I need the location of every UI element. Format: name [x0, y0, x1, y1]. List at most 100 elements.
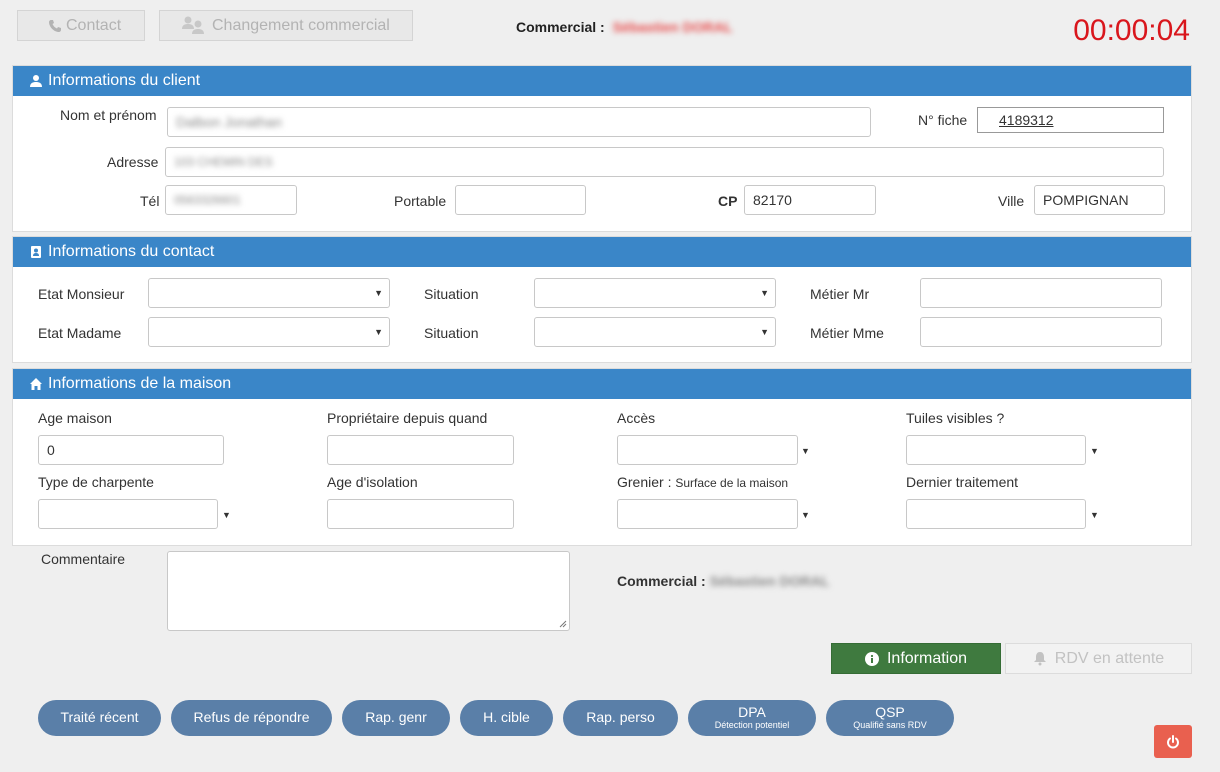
fiche-input[interactable]: 4189312: [977, 107, 1164, 133]
pill-rap-perso[interactable]: Rap. perso: [563, 700, 678, 736]
pill-h-cible[interactable]: H. cible: [460, 700, 553, 736]
tuiles-label: Tuiles visibles ?: [906, 410, 1005, 426]
bell-icon: [1033, 652, 1046, 666]
client-panel-header: Informations du client: [13, 66, 1191, 96]
ville-label: Ville: [998, 193, 1025, 209]
house-panel-title: Informations de la maison: [48, 375, 232, 392]
pill-label: H. cible: [483, 709, 530, 726]
portable-input[interactable]: [455, 185, 586, 215]
contact-panel-title: Informations du contact: [48, 243, 215, 260]
rdv-pending-label: RDV en attente: [1054, 649, 1165, 667]
home-icon: [30, 378, 42, 390]
address-input[interactable]: 103 CHEMIN DES: [165, 147, 1164, 177]
grenier-label-text: Grenier :: [617, 474, 672, 490]
traitement-select[interactable]: [906, 499, 1086, 529]
etat-mme-select[interactable]: ▼: [148, 317, 390, 347]
isolation-label: Age d'isolation: [327, 474, 418, 490]
chevron-down-icon: ▼: [801, 510, 810, 520]
situation-mr-label: Situation: [424, 286, 479, 302]
resize-handle-icon[interactable]: [559, 620, 567, 628]
top-commercial-label: Commercial :: [516, 19, 605, 35]
pill-label: Traité récent: [60, 709, 139, 726]
users-swap-icon: [182, 16, 204, 34]
proprietaire-input[interactable]: [327, 435, 514, 465]
metier-mr-label: Métier Mr: [810, 286, 870, 302]
pill-label: DPA: [738, 704, 766, 721]
age-maison-input[interactable]: 0: [38, 435, 224, 465]
tel-input[interactable]: 0563326601: [165, 185, 297, 215]
top-commercial: Commercial : Sébastien DORAL: [516, 19, 732, 35]
tel-label: Tél: [140, 193, 160, 209]
proprietaire-label: Propriétaire depuis quand: [327, 410, 488, 426]
cp-input[interactable]: 82170: [744, 185, 876, 215]
information-button[interactable]: Information: [831, 643, 1001, 674]
user-icon: [30, 75, 42, 87]
pill-qsp[interactable]: QSP Qualifié sans RDV: [826, 700, 954, 736]
pill-traite-recent[interactable]: Traité récent: [38, 700, 161, 736]
top-commercial-name: Sébastien DORAL: [612, 19, 733, 35]
situation-mme-label: Situation: [424, 325, 479, 341]
fiche-value: 4189312: [999, 112, 1054, 128]
fiche-label: N° fiche: [918, 112, 968, 128]
etat-mr-label: Etat Monsieur: [38, 286, 125, 302]
acces-select[interactable]: [617, 435, 798, 465]
situation-mme-select[interactable]: ▼: [534, 317, 776, 347]
cp-value: 82170: [753, 192, 792, 208]
pill-rap-genr[interactable]: Rap. genr: [342, 700, 450, 736]
commentaire-textarea[interactable]: [167, 551, 570, 631]
client-panel-title: Informations du client: [48, 72, 201, 89]
change-commercial-label: Changement commercial: [212, 16, 390, 34]
pill-refus-repondre[interactable]: Refus de répondre: [171, 700, 332, 736]
pill-label: Rap. genr: [365, 709, 427, 726]
chevron-down-icon: ▼: [760, 327, 769, 337]
chevron-down-icon: ▼: [1090, 446, 1099, 456]
chevron-down-icon: ▼: [801, 446, 810, 456]
name-value: Dalbon Jonathan: [176, 114, 282, 130]
metier-mr-input[interactable]: [920, 278, 1162, 308]
bottom-commercial-label: Commercial :: [617, 573, 706, 589]
pill-label: QSP: [875, 704, 905, 721]
house-panel-header: Informations de la maison: [13, 369, 1191, 399]
bottom-commercial: Commercial : Sébastien DORAL: [617, 573, 829, 589]
contact-panel-header: Informations du contact: [13, 237, 1191, 267]
metier-mme-input[interactable]: [920, 317, 1162, 347]
contact-button[interactable]: Contact: [17, 10, 145, 41]
chevron-down-icon: ▼: [374, 327, 383, 337]
charpente-select[interactable]: [38, 499, 218, 529]
name-label: Nom et prénom: [60, 107, 157, 123]
address-value: 103 CHEMIN DES: [174, 155, 273, 169]
isolation-input[interactable]: [327, 499, 514, 529]
chevron-down-icon: ▼: [1090, 510, 1099, 520]
call-timer: 00:00:04: [1073, 14, 1190, 47]
age-maison-label: Age maison: [38, 410, 112, 426]
info-circle-icon: [864, 651, 879, 666]
situation-mr-select[interactable]: ▼: [534, 278, 776, 308]
address-book-icon: [31, 246, 41, 258]
bottom-commercial-name: Sébastien DORAL: [709, 573, 830, 589]
pill-sub-label: Détection potentiel: [714, 719, 790, 730]
name-input[interactable]: Dalbon Jonathan: [167, 107, 871, 137]
acces-label: Accès: [617, 410, 656, 426]
ville-input[interactable]: POMPIGNAN: [1034, 185, 1165, 215]
commentaire-label: Commentaire: [41, 551, 126, 567]
etat-mme-label: Etat Madame: [38, 325, 122, 341]
grenier-select[interactable]: [617, 499, 798, 529]
rdv-pending-button[interactable]: RDV en attente: [1005, 643, 1192, 674]
age-maison-value: 0: [47, 442, 55, 458]
portable-label: Portable: [394, 193, 447, 209]
etat-mr-select[interactable]: ▼: [148, 278, 390, 308]
pill-dpa[interactable]: DPA Détection potentiel: [688, 700, 816, 736]
grenier-sub-label: Surface de la maison: [675, 476, 789, 490]
pill-label: Rap. perso: [586, 709, 655, 726]
change-commercial-button[interactable]: Changement commercial: [159, 10, 413, 41]
charpente-label: Type de charpente: [38, 474, 154, 490]
pill-sub-label: Qualifié sans RDV: [853, 719, 927, 730]
chevron-down-icon: ▼: [760, 288, 769, 298]
address-label: Adresse: [107, 154, 159, 170]
cp-label: CP: [718, 193, 738, 209]
ville-value: POMPIGNAN: [1043, 192, 1129, 208]
grenier-label: Grenier : Surface de la maison: [617, 474, 788, 490]
chevron-down-icon: ▼: [374, 288, 383, 298]
tuiles-select[interactable]: [906, 435, 1086, 465]
logout-button[interactable]: [1154, 725, 1192, 758]
